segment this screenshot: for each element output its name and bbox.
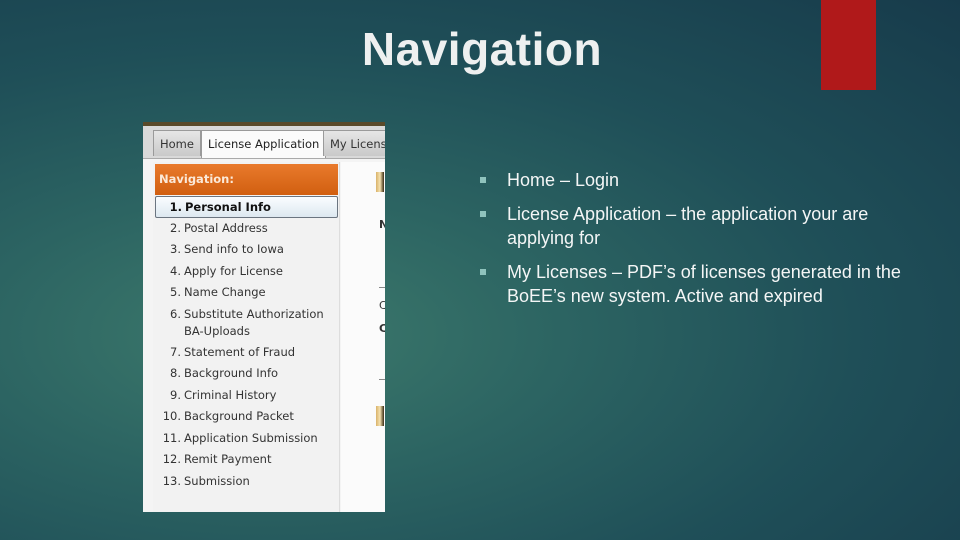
nav-item-number: 6. [170, 306, 181, 321]
nav-item-number: 11. [162, 430, 181, 445]
nav-item-number: 3. [170, 242, 181, 256]
slide-title: Navigation [361, 23, 603, 75]
content-label-fragment: N [379, 218, 385, 231]
embedded-screenshot: Home License Application My Licens Navig… [143, 122, 385, 512]
nav-item-application-submission[interactable]: 11. Application Submission [155, 428, 338, 450]
nav-item-label: Remit Payment [184, 452, 272, 466]
nav-item-send-info-to-iowa[interactable]: 3. Send info to Iowa [155, 239, 338, 261]
nav-item-background-info[interactable]: 8. Background Info [155, 363, 338, 385]
bullet-text: My Licenses – PDF’s of licenses generate… [507, 262, 901, 306]
nav-item-submission[interactable]: 13. Submission [155, 471, 338, 493]
nav-item-number: 8. [170, 366, 181, 380]
bullet-item: License Application – the application yo… [478, 202, 908, 250]
nav-item-number: 12. [162, 452, 181, 466]
square-bullet-icon [480, 269, 486, 275]
nav-item-number: 9. [170, 387, 181, 402]
nav-item-label: Statement of Fraud [184, 344, 296, 359]
nav-item-postal-address[interactable]: 2. Postal Address [155, 218, 338, 240]
square-bullet-icon [480, 177, 486, 183]
nav-item-number: 7. [170, 344, 181, 359]
form-icon [376, 172, 384, 192]
square-bullet-icon [480, 211, 486, 217]
nav-item-label: Postal Address [184, 220, 268, 235]
content-area-clipped: N C C [341, 162, 385, 512]
nav-item-label: Send info to Iowa [184, 242, 284, 256]
nav-item-criminal-history[interactable]: 9. Criminal History [155, 385, 338, 407]
navigation-sidebar: Navigation: 1. Personal Info 2. Postal Add… [153, 162, 340, 512]
bullet-item: Home – Login [478, 168, 908, 192]
nav-item-label: Submission [184, 473, 250, 488]
tab-bar: Home License Application My Licens [143, 126, 385, 159]
bullet-list: Home – Login License Application – the a… [478, 168, 908, 318]
nav-item-label: Name Change [184, 285, 266, 299]
nav-item-number: 10. [162, 409, 181, 423]
nav-item-number: 4. [170, 263, 181, 278]
bullet-text: Home – Login [507, 170, 620, 190]
nav-item-apply-for-license[interactable]: 4. Apply for License [155, 261, 338, 283]
navigation-header: Navigation: [155, 164, 338, 195]
form-icon [376, 406, 384, 426]
nav-item-label: Application Submission [184, 430, 318, 445]
nav-item-substitute-authorization[interactable]: 6. Substitute Authorization BA-Uploads [155, 304, 338, 342]
nav-item-label: Substitute Authorization BA-Uploads [184, 306, 324, 338]
nav-item-label: Criminal History [184, 387, 277, 402]
nav-item-remit-payment[interactable]: 12. Remit Payment [155, 449, 338, 471]
nav-item-background-packet[interactable]: 10. Background Packet [155, 406, 338, 428]
tab-license-application[interactable]: License Application [201, 130, 327, 158]
nav-item-label: Personal Info [185, 200, 271, 214]
navigation-list: 1. Personal Info 2. Postal Address 3. Send … [155, 196, 338, 492]
content-label-fragment: C [379, 322, 385, 335]
nav-item-personal-info[interactable]: 1. Personal Info [155, 196, 338, 218]
nav-item-number: 13. [162, 473, 181, 488]
nav-item-label: Background Info [184, 366, 279, 380]
nav-item-number: 2. [170, 220, 181, 235]
nav-item-number: 1. [169, 200, 182, 214]
divider-line [379, 287, 385, 288]
nav-item-number: 5. [170, 285, 181, 299]
bullet-item: My Licenses – PDF’s of licenses generate… [478, 260, 908, 308]
nav-item-label: Apply for License [184, 263, 283, 278]
tab-home[interactable]: Home [153, 130, 201, 156]
nav-item-statement-of-fraud[interactable]: 7. Statement of Fraud [155, 342, 338, 364]
bullet-text: License Application – the application yo… [507, 204, 869, 248]
content-label-fragment: C [379, 299, 385, 312]
divider-line [379, 379, 385, 380]
tab-my-licenses[interactable]: My Licens [323, 130, 385, 156]
nav-item-name-change[interactable]: 5. Name Change [155, 282, 338, 304]
nav-item-label: Background Packet [184, 409, 294, 423]
